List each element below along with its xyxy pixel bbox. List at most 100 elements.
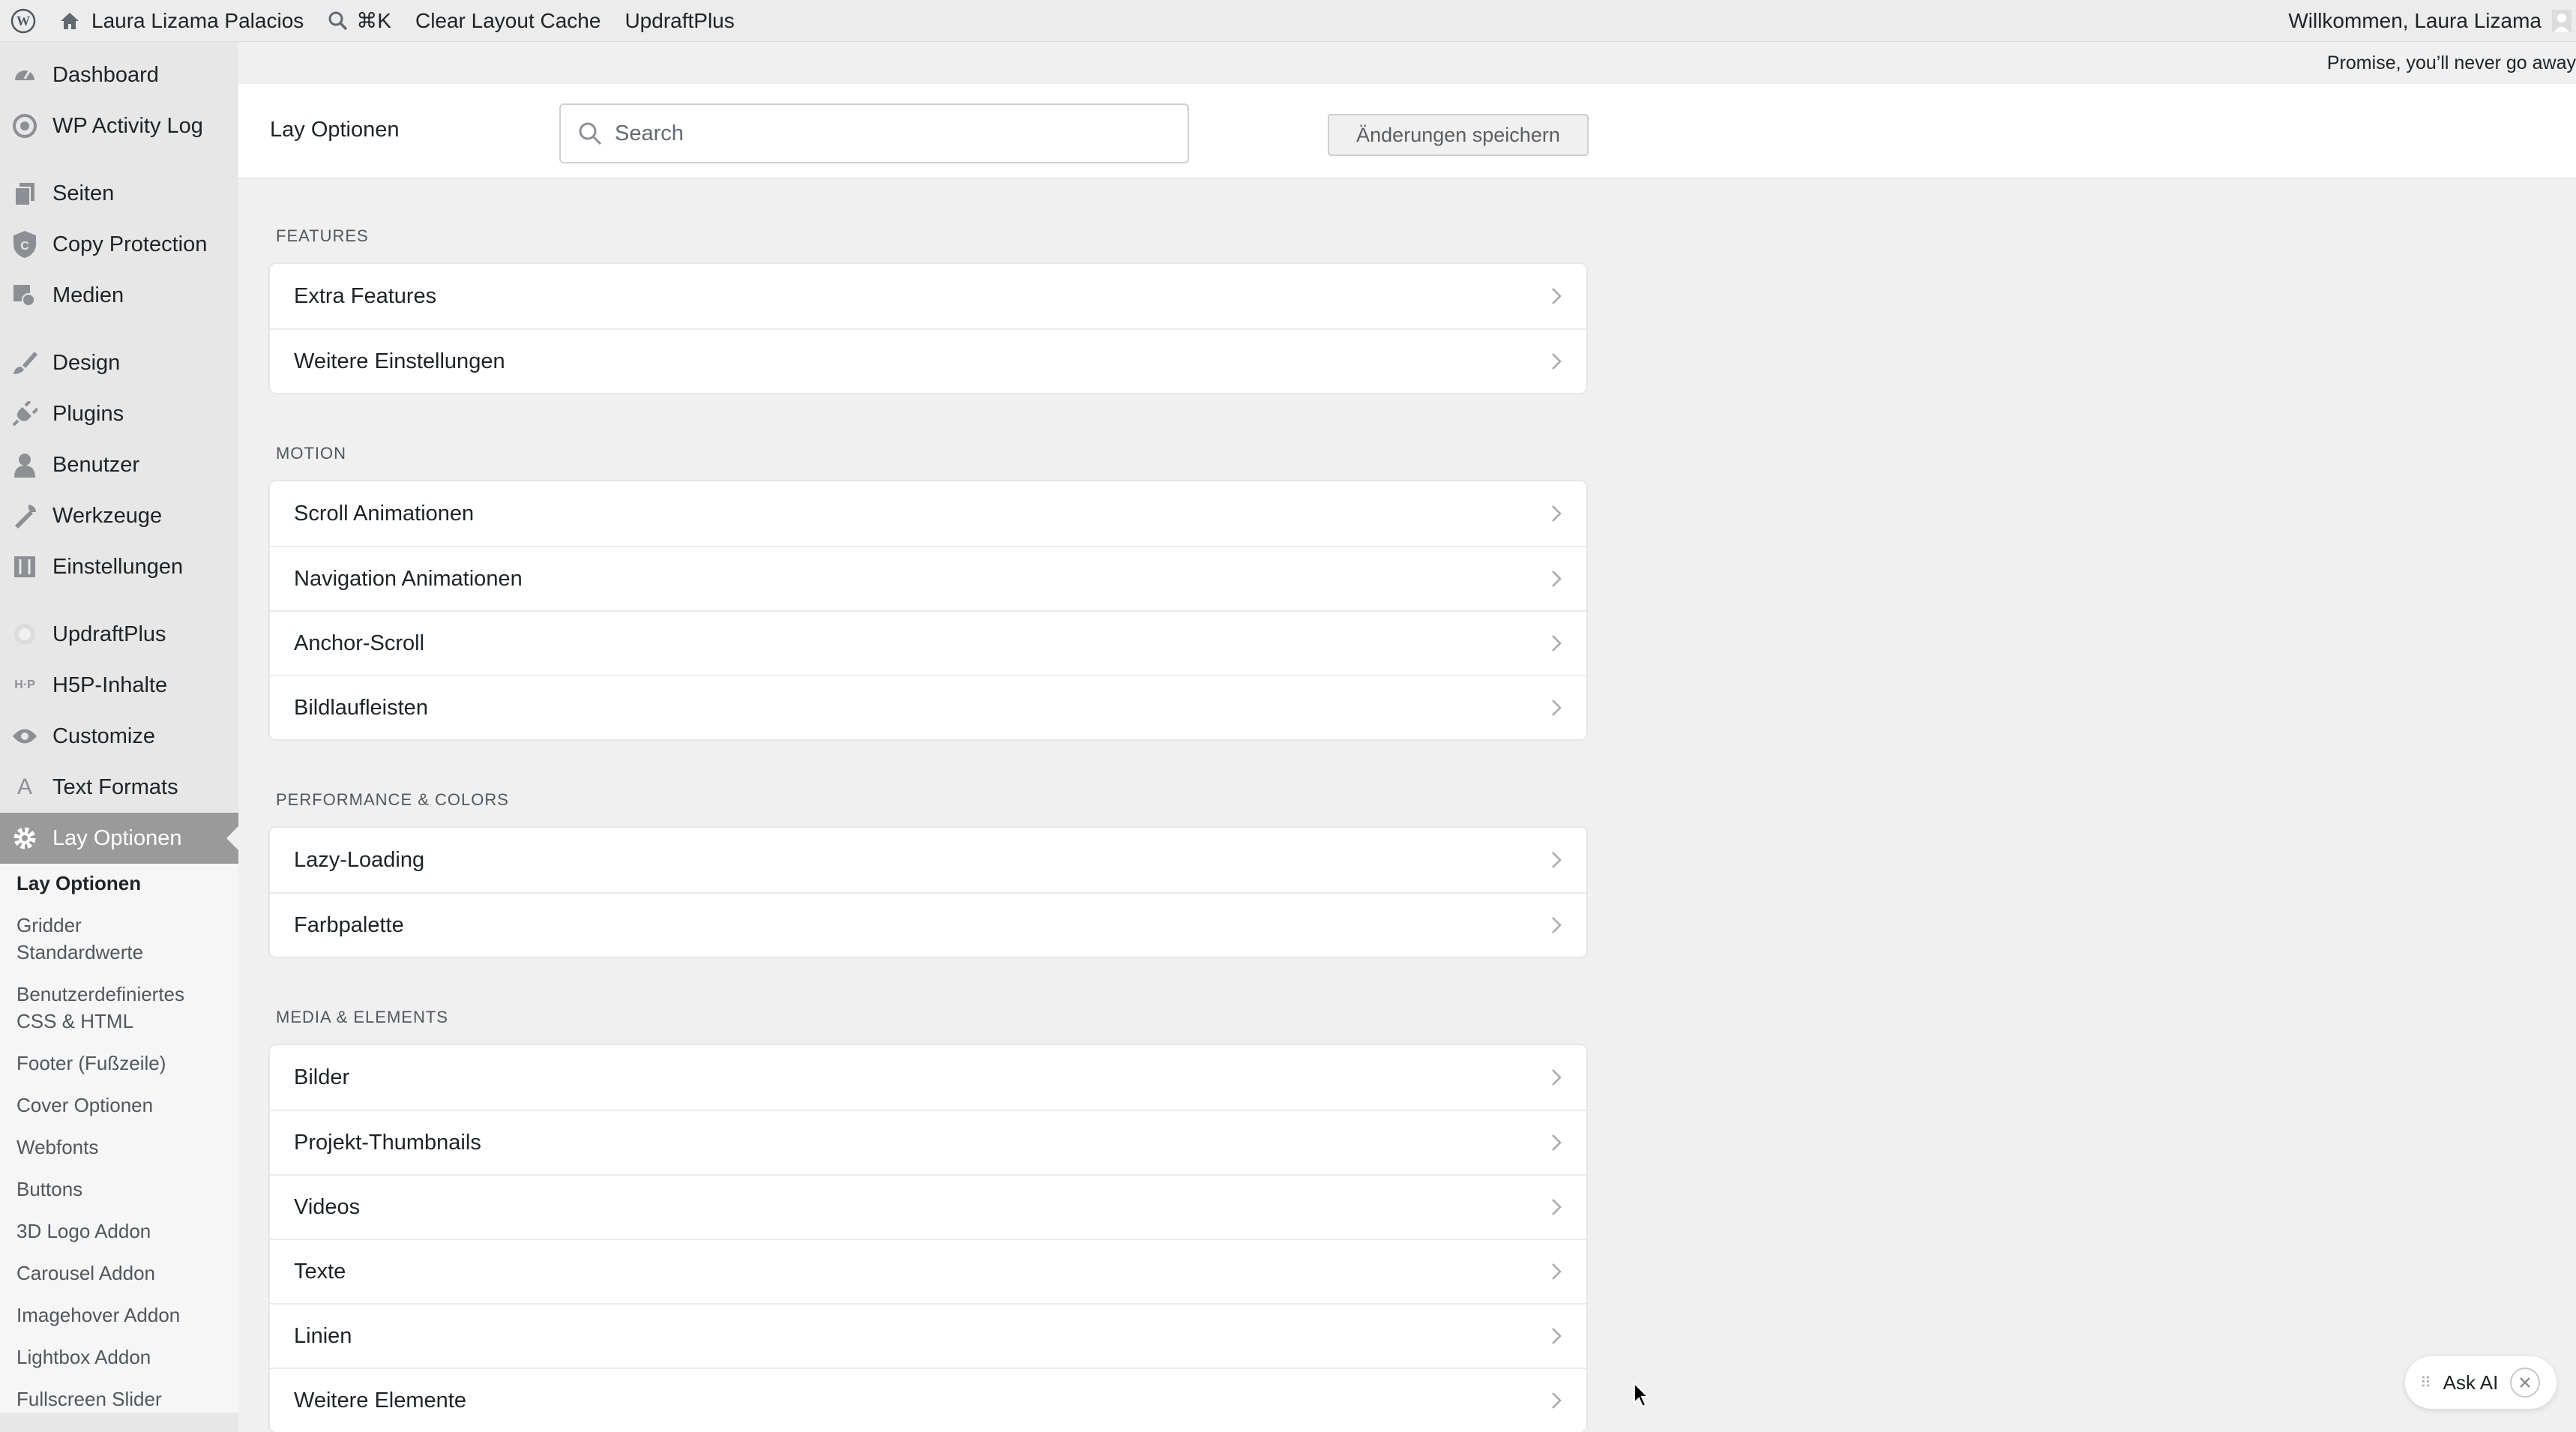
submenu-item-lightbox-addon[interactable]: Lightbox Addon [0,1344,238,1371]
user-account-link[interactable]: Willkommen, Laura Lizama [2276,0,2576,42]
sidebar-item-label: WP Activity Log [52,113,203,138]
brush-icon [9,347,40,379]
clear-layout-cache-link[interactable]: Clear Layout Cache [403,0,613,42]
sidebar-item-label: Customize [52,723,155,748]
sidebar-item-h5p-inhalte[interactable]: H·P H5P-Inhalte [0,660,238,711]
option-row[interactable]: Scroll Animationen [270,481,1586,546]
close-icon[interactable] [2510,1368,2541,1398]
save-changes-button[interactable]: Änderungen speichern [1328,114,1589,156]
option-row[interactable]: Weitere Einstellungen [270,328,1586,393]
sidebar-item-customize[interactable]: Customize [0,711,238,762]
avatar [2552,10,2572,32]
submenu-item-3d-logo-addon[interactable]: 3D Logo Addon [0,1218,238,1245]
submenu-item-buttons[interactable]: Buttons [0,1176,238,1203]
chevron-right-icon [1550,1133,1562,1152]
activity-log-icon [9,110,40,142]
sidebar-item-plugins[interactable]: Plugins [0,388,238,439]
option-label: Weitere Elemente [294,1388,466,1413]
shield-icon: C [9,229,40,260]
sidebar-item-label: Plugins [52,401,124,426]
media-icon [9,280,40,311]
option-row[interactable]: Bilder [270,1045,1586,1110]
submenu-item-cover-optionen[interactable]: Cover Optionen [0,1092,238,1119]
chevron-right-icon [1550,698,1562,717]
option-row[interactable]: Navigation Animationen [270,546,1586,610]
notice-strip: Promise, you’ll never go away [238,42,2576,84]
option-row[interactable]: Texte [270,1239,1586,1303]
submenu-item-imagehover-addon[interactable]: Imagehover Addon [0,1302,238,1329]
option-label: Weitere Einstellungen [294,349,505,373]
option-row[interactable]: Projekt-Thumbnails [270,1110,1586,1174]
svg-text:C: C [20,240,29,253]
sidebar-item-medien[interactable]: Medien [0,270,238,321]
search-input[interactable] [615,121,1170,146]
chevron-right-icon [1550,286,1562,306]
search-box[interactable] [559,103,1189,163]
section-label: PERFORMANCE & COLORS [276,790,509,809]
option-row[interactable]: Videos [270,1174,1586,1239]
option-label: Linien [294,1323,352,1348]
sidebar-item-einstellungen[interactable]: Einstellungen [0,541,238,592]
submenu-item-fullscreen-slider[interactable]: Fullscreen Slider [0,1386,238,1413]
option-label: Bilder [294,1065,350,1089]
sidebar-item-updraftplus[interactable]: UpdraftPlus [0,609,238,660]
option-row[interactable]: Weitere Elemente [270,1368,1586,1432]
chevron-right-icon [1550,1326,1562,1346]
sidebar-item-design[interactable]: Design [0,337,238,388]
chevron-right-icon [1550,634,1562,653]
chevron-right-icon [1550,1068,1562,1087]
admin-bar: W Laura Lizama Palacios ⌘K Clear Layout … [0,0,2576,42]
sidebar-item-lay-optionen[interactable]: Lay Optionen [0,813,238,864]
section-label: MEDIA & ELEMENTS [276,1008,448,1026]
submenu-item-webfonts[interactable]: Webfonts [0,1134,238,1161]
sidebar-item-label: Dashboard [52,62,159,87]
option-label: Bildlaufleisten [294,695,428,720]
submenu-item-carousel-addon[interactable]: Carousel Addon [0,1260,238,1287]
chevron-right-icon [1550,352,1562,371]
ask-ai-widget[interactable]: ⠿ Ask AI [2405,1356,2557,1409]
text-format-icon: A [16,774,32,799]
search-icon [577,121,603,146]
option-label: Scroll Animationen [294,501,475,526]
section-label: FEATURES [276,226,369,245]
option-row[interactable]: Extra Features [270,264,1586,328]
options-card: Lazy-Loading Farbpalette [268,826,1588,958]
command-search[interactable]: ⌘K [316,0,403,42]
option-row[interactable]: Farbpalette [270,892,1586,957]
sidebar-item-werkzeuge[interactable]: Werkzeuge [0,490,238,541]
wrench-icon [9,500,40,532]
submenu-item-gridder-standardwerte[interactable]: Gridder Standardwerte [0,912,195,966]
svg-text:W: W [16,13,30,28]
dashboard-icon [9,59,40,91]
option-row[interactable]: Bildlaufleisten [270,675,1586,739]
welcome-label: Willkommen, Laura Lizama [2288,9,2542,32]
page-title: Lay Optionen [270,118,400,142]
section-label: MOTION [276,444,346,463]
site-name-link[interactable]: Laura Lizama Palacios [46,0,316,42]
sidebar-item-wp-activity-log[interactable]: WP Activity Log [0,100,238,151]
ask-ai-label: Ask AI [2443,1371,2499,1394]
sidebar-item-copy-protection[interactable]: C Copy Protection [0,219,238,270]
chevron-right-icon [1550,915,1562,935]
sidebar-item-label: Werkzeuge [52,503,163,528]
sidebar-item-benutzer[interactable]: Benutzer [0,439,238,490]
wordpress-logo-icon[interactable]: W [0,0,46,42]
submenu-item-footer[interactable]: Footer (Fußzeile) [0,1050,238,1077]
option-row[interactable]: Anchor-Scroll [270,610,1586,675]
sidebar-item-label: Lay Optionen [52,825,182,850]
updraftplus-link[interactable]: UpdraftPlus [613,0,746,42]
submenu-item-lay-optionen[interactable]: Lay Optionen [0,870,238,897]
option-label: Lazy-Loading [294,847,425,872]
eye-icon [9,720,40,752]
sidebar-item-seiten[interactable]: Seiten [0,168,238,219]
settings-sliders-icon [9,551,40,583]
option-row[interactable]: Linien [270,1303,1586,1368]
sidebar-item-dashboard[interactable]: Dashboard [0,49,238,100]
submenu-item-custom-css-html[interactable]: Benutzerdefiniertes CSS & HTML [0,981,225,1035]
option-row[interactable]: Lazy-Loading [270,828,1586,892]
option-label: Farbpalette [294,912,404,937]
drag-handle-icon[interactable]: ⠿ [2420,1374,2431,1392]
options-header: Lay Optionen Änderungen speichern [238,84,2576,178]
sidebar-item-text-formats[interactable]: A Text Formats [0,762,238,813]
sidebar-item-label: Seiten [52,181,115,205]
